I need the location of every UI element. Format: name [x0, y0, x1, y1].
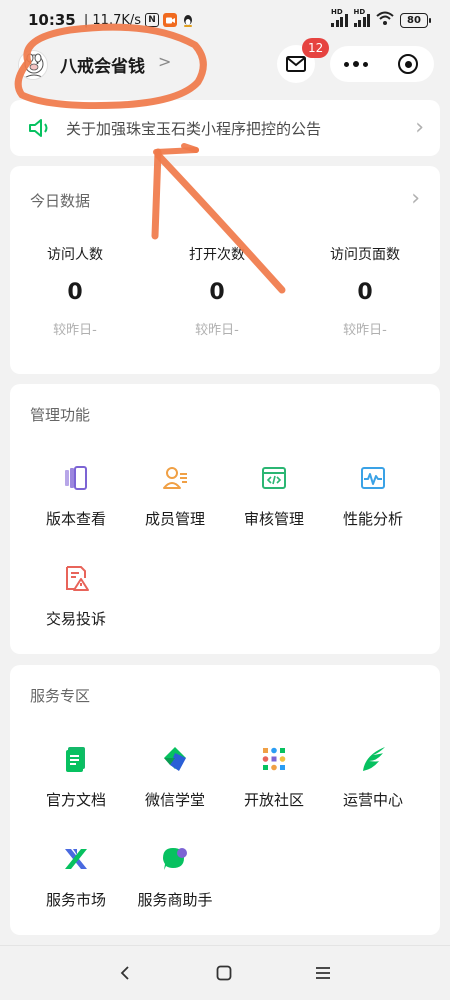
stat-value: 0 [209, 280, 225, 305]
recents-button[interactable] [308, 958, 338, 988]
stat-value: 0 [67, 280, 83, 305]
back-button[interactable] [110, 958, 140, 988]
stat-page-views: 访问页面数 0 较昨日- [300, 244, 430, 338]
battery-icon: 80 [400, 12, 431, 28]
status-bar: 10:35 | 11.7K/s N HD HD 80 [0, 0, 450, 40]
card-title: 今日数据 [30, 192, 91, 210]
member-icon [163, 467, 187, 489]
provider-assistant-icon [163, 848, 187, 870]
stat-label: 访问人数 [47, 247, 103, 263]
header: 八戒会省钱 > 12 [0, 38, 450, 90]
func-performance[interactable]: 性能分析 [330, 464, 416, 529]
document-icon [66, 747, 85, 772]
community-icon [262, 747, 286, 771]
stat-value: 0 [357, 280, 373, 305]
func-members[interactable]: 成员管理 [132, 464, 218, 529]
card-title: 服务专区 [30, 687, 91, 705]
app-name[interactable]: 八戒会省钱 [60, 52, 145, 77]
qq-penguin-icon [181, 13, 195, 27]
func-label: 服务商助手 [137, 891, 213, 909]
stat-label: 打开次数 [189, 247, 245, 263]
chevron-right-icon[interactable]: › [411, 188, 420, 210]
signal-icon: HD [331, 8, 348, 27]
stat-label: 访问页面数 [330, 247, 400, 263]
mini-program-capsule [330, 46, 434, 82]
home-button[interactable] [209, 958, 239, 988]
close-ring-icon [398, 54, 418, 74]
review-code-icon [262, 467, 286, 489]
market-icon [65, 849, 87, 869]
func-label: 开放社区 [243, 791, 304, 809]
func-label: 交易投诉 [45, 610, 106, 628]
service-academy[interactable]: 微信学堂 [132, 745, 218, 810]
status-speed: | 11.7K/s [79, 12, 142, 28]
stat-visitors: 访问人数 0 较昨日- [10, 244, 140, 338]
stat-compare: 较昨日- [195, 323, 239, 338]
more-button[interactable] [330, 46, 382, 82]
func-label: 官方文档 [45, 791, 106, 809]
mail-badge: 12 [302, 38, 330, 58]
complaint-icon [66, 566, 89, 591]
stat-opens: 打开次数 0 较昨日- [152, 244, 282, 338]
academy-icon [164, 747, 186, 771]
manage-functions-card: 管理功能 版本查看 成员管理 审核管理 性能分析 交易投诉 [10, 384, 440, 654]
mail-icon [286, 56, 306, 72]
func-label: 性能分析 [342, 510, 403, 528]
service-community[interactable]: 开放社区 [231, 745, 317, 810]
chevron-right-icon: › [415, 115, 424, 140]
service-provider-assistant[interactable]: 服务商助手 [132, 845, 218, 910]
back-icon [120, 966, 129, 980]
func-version[interactable]: 版本查看 [33, 464, 119, 529]
signal-2-icon: HD [353, 8, 370, 27]
func-label: 服务市场 [45, 891, 106, 909]
func-label: 版本查看 [45, 510, 106, 528]
service-operations[interactable]: 运营中心 [330, 745, 416, 810]
notice-text: 关于加强珠宝玉石类小程序把控的公告 [66, 119, 322, 138]
system-nav-bar [0, 945, 450, 1000]
app-switch-chevron-icon[interactable]: > [158, 52, 171, 71]
avatar[interactable] [18, 50, 48, 80]
menu-icon [316, 967, 330, 979]
performance-icon [361, 467, 385, 489]
func-complaint[interactable]: 交易投诉 [33, 564, 119, 629]
notice-bar[interactable]: 关于加强珠宝玉石类小程序把控的公告 › [10, 100, 440, 156]
card-title: 管理功能 [30, 406, 91, 424]
home-icon [216, 965, 232, 981]
close-button[interactable] [382, 46, 434, 82]
func-label: 成员管理 [144, 510, 205, 528]
func-label: 运营中心 [342, 791, 403, 809]
service-zone-card: 服务专区 官方文档 微信学堂 开放社区 运营中心 服务市场 服务商助手 [10, 665, 440, 935]
n-app-icon: N [145, 13, 160, 27]
operations-icon [363, 747, 385, 771]
today-data-card[interactable]: 今日数据 › 访问人数 0 较昨日- 打开次数 0 较昨日- 访问页面数 0 较… [10, 166, 440, 374]
service-market[interactable]: 服务市场 [33, 845, 119, 910]
status-time: 10:35 [28, 11, 76, 29]
func-review[interactable]: 审核管理 [231, 464, 317, 529]
stat-compare: 较昨日- [53, 323, 97, 338]
wifi-icon [376, 11, 394, 29]
camera-app-icon [163, 13, 178, 27]
speaker-icon [29, 119, 48, 137]
stat-compare: 较昨日- [343, 323, 387, 338]
func-label: 审核管理 [243, 510, 304, 528]
func-label: 微信学堂 [144, 791, 205, 809]
version-icon [65, 466, 87, 490]
service-docs[interactable]: 官方文档 [33, 745, 119, 810]
